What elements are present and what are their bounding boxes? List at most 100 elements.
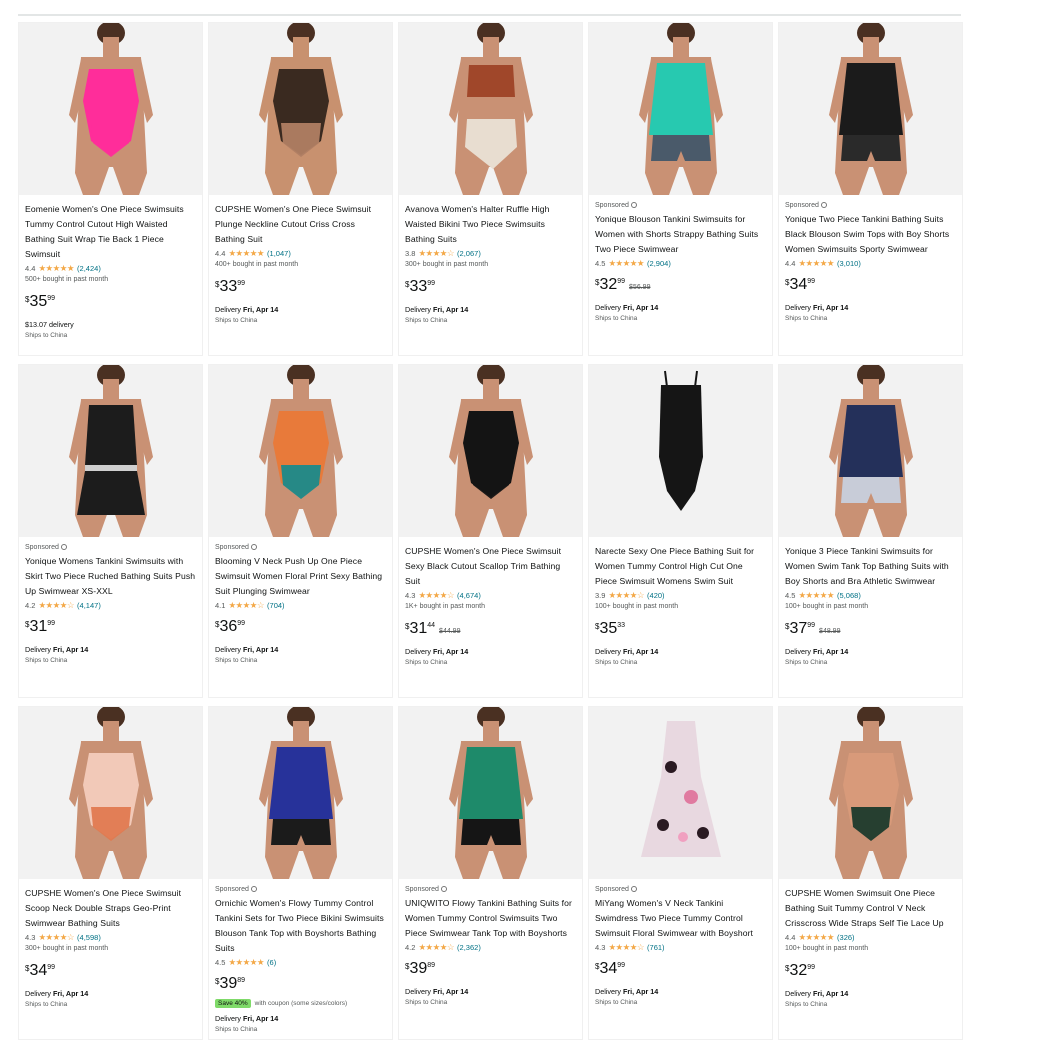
- product-card[interactable]: Narecte Sexy One Piece Bathing Suit for …: [588, 364, 773, 698]
- star-rating-icon[interactable]: ★★★★☆: [38, 932, 74, 943]
- product-image[interactable]: [779, 707, 962, 879]
- star-rating-icon[interactable]: ★★★★★: [608, 258, 644, 269]
- product-card[interactable]: Yonique 3 Piece Tankini Swimsuits for Wo…: [778, 364, 963, 698]
- review-count[interactable]: (4,598): [77, 933, 101, 942]
- sponsored-label[interactable]: Sponsored: [405, 886, 576, 893]
- review-count[interactable]: (5,068): [837, 591, 861, 600]
- product-title[interactable]: CUPSHE Women's One Piece Swimsuit Scoop …: [25, 886, 196, 931]
- product-card[interactable]: Sponsored Ornichic Women's Flowy Tummy Co…: [208, 706, 393, 1040]
- review-count[interactable]: (3,010): [837, 259, 861, 268]
- star-rating-icon[interactable]: ★★★★★: [798, 932, 834, 943]
- star-rating-icon[interactable]: ★★★★★: [798, 590, 834, 601]
- product-title[interactable]: CUPSHE Women Swimsuit One Piece Bathing …: [785, 886, 956, 931]
- product-card[interactable]: Sponsored Yonique Blouson Tankini Swimsui…: [588, 22, 773, 356]
- product-image[interactable]: [589, 23, 772, 195]
- price[interactable]: $ 39 89: [215, 975, 386, 997]
- review-count[interactable]: (420): [647, 591, 665, 600]
- product-title[interactable]: Ornichic Women's Flowy Tummy Control Tan…: [215, 896, 386, 956]
- product-title[interactable]: Avanova Women's Halter Ruffle High Waist…: [405, 202, 576, 247]
- review-count[interactable]: (326): [837, 933, 855, 942]
- product-title[interactable]: UNIQWITO Flowy Tankini Bathing Suits for…: [405, 896, 576, 941]
- product-title[interactable]: Yonique Womens Tankini Swimsuits with Sk…: [25, 554, 196, 599]
- info-icon[interactable]: [250, 544, 257, 550]
- product-image[interactable]: [399, 23, 582, 195]
- product-card[interactable]: CUPSHE Women's One Piece Swimsuit Scoop …: [18, 706, 203, 1040]
- star-rating-icon[interactable]: ★★★★★: [228, 957, 264, 968]
- coupon-badge[interactable]: Save 40%: [215, 998, 251, 1008]
- product-card[interactable]: Sponsored Yonique Two Piece Tankini Bathi…: [778, 22, 963, 356]
- price[interactable]: $ 36 99: [215, 618, 386, 640]
- price[interactable]: $ 35 99: [25, 293, 196, 315]
- product-image[interactable]: [399, 365, 582, 537]
- product-title[interactable]: Blooming V Neck Push Up One Piece Swimsu…: [215, 554, 386, 599]
- product-card[interactable]: CUPSHE Women's One Piece Swimsuit Sexy B…: [398, 364, 583, 698]
- sponsored-label[interactable]: Sponsored: [785, 202, 956, 209]
- product-image[interactable]: [779, 365, 962, 537]
- product-title[interactable]: CUPSHE Women's One Piece Swimsuit Sexy B…: [405, 544, 576, 589]
- product-image[interactable]: [19, 707, 202, 879]
- sponsored-label[interactable]: Sponsored: [215, 886, 386, 893]
- product-title[interactable]: Narecte Sexy One Piece Bathing Suit for …: [595, 544, 766, 589]
- review-count[interactable]: (704): [267, 601, 285, 610]
- product-image[interactable]: [19, 23, 202, 195]
- price[interactable]: $ 32 99: [785, 962, 956, 984]
- review-count[interactable]: (2,362): [457, 943, 481, 952]
- review-count[interactable]: (2,424): [77, 264, 101, 273]
- product-image[interactable]: [399, 707, 582, 879]
- product-image[interactable]: [209, 23, 392, 195]
- price[interactable]: $ 32 99 $56.99: [595, 276, 766, 298]
- star-rating-icon[interactable]: ★★★★★: [228, 248, 264, 259]
- price[interactable]: $ 35 33: [595, 620, 766, 642]
- price[interactable]: $ 31 99: [25, 618, 196, 640]
- star-rating-icon[interactable]: ★★★★★: [798, 258, 834, 269]
- sponsored-label[interactable]: Sponsored: [215, 544, 386, 551]
- review-count[interactable]: (761): [647, 943, 665, 952]
- product-card[interactable]: CUPSHE Women's One Piece Swimsuit Plunge…: [208, 22, 393, 356]
- review-count[interactable]: (2,904): [647, 259, 671, 268]
- product-title[interactable]: MiYang Women's V Neck Tankini Swimdress …: [595, 896, 766, 941]
- sponsored-label[interactable]: Sponsored: [595, 886, 766, 893]
- product-image[interactable]: [209, 365, 392, 537]
- star-rating-icon[interactable]: ★★★★☆: [418, 590, 454, 601]
- star-rating-icon[interactable]: ★★★★☆: [38, 600, 74, 611]
- price[interactable]: $ 31 44 $44.99: [405, 620, 576, 642]
- product-image[interactable]: [589, 365, 772, 537]
- product-title[interactable]: Yonique 3 Piece Tankini Swimsuits for Wo…: [785, 544, 956, 589]
- product-card[interactable]: Eomenie Women's One Piece Swimsuits Tumm…: [18, 22, 203, 356]
- sponsored-label[interactable]: Sponsored: [25, 544, 196, 551]
- product-image[interactable]: [779, 23, 962, 195]
- star-rating-icon[interactable]: ★★★★☆: [418, 942, 454, 953]
- price[interactable]: $ 34 99: [595, 960, 766, 982]
- info-icon[interactable]: [820, 202, 827, 208]
- product-image[interactable]: [589, 707, 772, 879]
- product-image[interactable]: [209, 707, 392, 879]
- review-count[interactable]: (4,674): [457, 591, 481, 600]
- product-image[interactable]: [19, 365, 202, 537]
- price[interactable]: $ 34 99: [785, 276, 956, 298]
- product-card[interactable]: Sponsored Blooming V Neck Push Up One Pie…: [208, 364, 393, 698]
- product-title[interactable]: Yonique Two Piece Tankini Bathing Suits …: [785, 212, 956, 257]
- product-card[interactable]: Sponsored UNIQWITO Flowy Tankini Bathing …: [398, 706, 583, 1040]
- product-card[interactable]: CUPSHE Women Swimsuit One Piece Bathing …: [778, 706, 963, 1040]
- info-icon[interactable]: [60, 544, 67, 550]
- price[interactable]: $ 39 89: [405, 960, 576, 982]
- info-icon[interactable]: [630, 886, 637, 892]
- product-card[interactable]: Sponsored Yonique Womens Tankini Swimsuit…: [18, 364, 203, 698]
- info-icon[interactable]: [630, 202, 637, 208]
- price[interactable]: $ 37 99 $48.99: [785, 620, 956, 642]
- review-count[interactable]: (4,147): [77, 601, 101, 610]
- review-count[interactable]: (1,047): [267, 249, 291, 258]
- star-rating-icon[interactable]: ★★★★☆: [608, 942, 644, 953]
- review-count[interactable]: (2,067): [457, 249, 481, 258]
- product-card[interactable]: Avanova Women's Halter Ruffle High Waist…: [398, 22, 583, 356]
- product-title[interactable]: Eomenie Women's One Piece Swimsuits Tumm…: [25, 202, 196, 262]
- price[interactable]: $ 33 99: [405, 278, 576, 300]
- review-count[interactable]: (6): [267, 958, 276, 967]
- star-rating-icon[interactable]: ★★★★☆: [608, 590, 644, 601]
- price[interactable]: $ 34 99: [25, 962, 196, 984]
- coupon[interactable]: Save 40% with coupon (some sizes/colors): [215, 997, 386, 1009]
- price[interactable]: $ 33 99: [215, 278, 386, 300]
- info-icon[interactable]: [440, 886, 447, 892]
- product-title[interactable]: Yonique Blouson Tankini Swimsuits for Wo…: [595, 212, 766, 257]
- info-icon[interactable]: [250, 886, 257, 892]
